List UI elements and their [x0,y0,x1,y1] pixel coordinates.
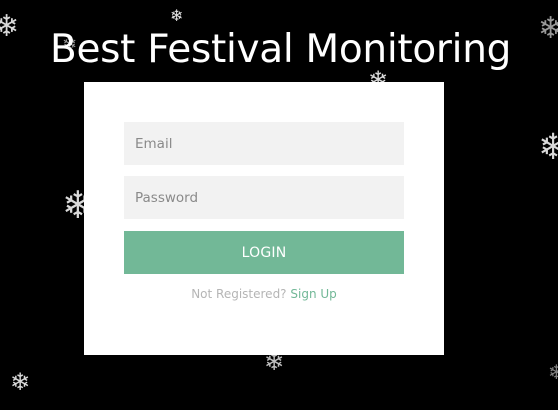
login-card: LOGIN Not Registered? Sign Up [84,82,444,355]
email-field[interactable] [124,122,404,165]
register-prompt: Not Registered? Sign Up [84,287,444,301]
signup-link[interactable]: Sign Up [290,287,336,301]
snowflake-icon: ❄ [548,360,558,384]
snowflake-icon: ❄ [0,9,20,44]
page-title: Best Festival Monitoring [50,27,512,72]
snowflake-icon: ❄ [170,6,184,25]
snowflake-icon: ❄ [538,127,558,168]
snowflake-icon: ❄ [10,368,31,396]
snowflake-icon: ❄ [538,11,558,46]
login-button[interactable]: LOGIN [124,231,404,274]
register-prompt-text: Not Registered? [191,287,287,301]
password-field[interactable] [124,176,404,219]
login-page: ❄ ❄ ❄ ❄ ❄ ❄ ❄ ❄ ❄ ❄ ❄ Best Festival Moni… [0,0,558,410]
